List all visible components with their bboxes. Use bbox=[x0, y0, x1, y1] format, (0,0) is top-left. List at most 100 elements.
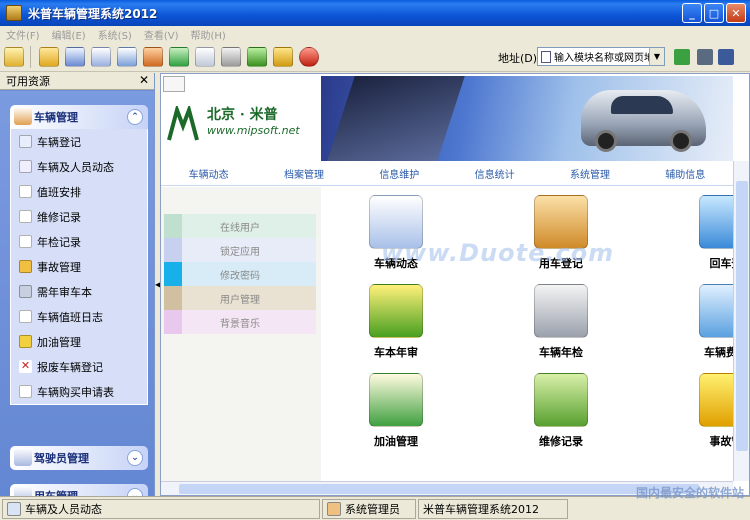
vertical-scrollbar[interactable] bbox=[733, 161, 749, 481]
nav-accident[interactable]: 事故管理 bbox=[11, 254, 147, 279]
address-label: 地址(D) bbox=[498, 52, 538, 65]
user-icon bbox=[327, 501, 341, 516]
toolbar: 地址(D) 输入模块名称或网页地 ▼ bbox=[0, 42, 750, 72]
module-grid: 车辆动态 用车登记 回车登 车本年审 车辆年检 车辆费用 加油管理 维修记录 事… bbox=[321, 187, 749, 495]
nav-purchase[interactable]: 车辆购买申请表 bbox=[11, 379, 147, 404]
mail-icon[interactable] bbox=[193, 45, 217, 69]
car-icon bbox=[19, 260, 32, 273]
menu-view[interactable]: 查看(V) bbox=[138, 27, 185, 42]
grid-icon[interactable] bbox=[63, 45, 87, 69]
group-body: 车辆登记 车辆及人员动态 值班安排 维修记录 年检记录 事故管理 需年审车本 车… bbox=[10, 129, 148, 405]
nav-fuel[interactable]: 加油管理 bbox=[11, 329, 147, 354]
nav-vehicle-dynamics[interactable]: 车辆动态 bbox=[161, 166, 256, 181]
minimize-button[interactable]: _ bbox=[682, 3, 702, 23]
nav-info-maintain[interactable]: 信息维护 bbox=[352, 166, 447, 181]
side-bg-music[interactable]: 背景音乐 bbox=[164, 310, 316, 334]
tile-license-review[interactable]: 车本年审 bbox=[341, 284, 451, 360]
monitor-icon[interactable] bbox=[697, 49, 713, 65]
wrench-icon bbox=[19, 285, 32, 298]
side-lock-app[interactable]: 锁定应用 bbox=[164, 238, 316, 262]
folder-icon[interactable] bbox=[37, 45, 61, 69]
side-label: 锁定应用 bbox=[220, 246, 260, 258]
nav-duty-log[interactable]: 车辆值班日志 bbox=[11, 304, 147, 329]
menu-file[interactable]: 文件(F) bbox=[0, 27, 46, 42]
tile-repair-records[interactable]: 维修记录 bbox=[506, 373, 616, 449]
menu-help[interactable]: 帮助(H) bbox=[185, 27, 232, 42]
nav-icon[interactable] bbox=[2, 45, 26, 69]
home-icon[interactable] bbox=[141, 45, 165, 69]
side-change-password[interactable]: 修改密码 bbox=[164, 262, 316, 286]
doc-search-icon bbox=[19, 160, 32, 173]
panel-title: 可用资源 bbox=[6, 75, 50, 88]
car-image bbox=[581, 90, 706, 152]
chevron-down-icon[interactable]: ▼ bbox=[649, 48, 664, 65]
group-title: 车辆管理 bbox=[34, 111, 78, 124]
nav-archives[interactable]: 档案管理 bbox=[256, 166, 351, 181]
corner-watermark: 国内最安全的软件站 bbox=[635, 486, 744, 500]
nav-vehicle-status[interactable]: 车辆及人员动态 bbox=[11, 154, 147, 179]
group-vehicle-management: 车辆管理 ⌃ 车辆登记 车辆及人员动态 值班安排 维修记录 年检记录 事故管理 … bbox=[10, 105, 148, 405]
close-icon[interactable]: ✕ bbox=[139, 73, 149, 87]
address-input[interactable]: 输入模块名称或网页地 bbox=[554, 49, 654, 64]
menu-system[interactable]: 系统(S) bbox=[92, 27, 138, 42]
site-watermark: www.Duote.com bbox=[381, 239, 615, 267]
chevron-down-icon[interactable]: ⌄ bbox=[127, 488, 143, 496]
nav-label: 加油管理 bbox=[37, 335, 81, 349]
exit-icon[interactable] bbox=[297, 45, 321, 69]
nav-label: 事故管理 bbox=[37, 260, 81, 274]
doc-icon bbox=[19, 385, 32, 398]
group-title: 用车管理 bbox=[34, 488, 78, 496]
address-combobox[interactable]: 输入模块名称或网页地 ▼ bbox=[537, 47, 665, 66]
side-label: 在线用户 bbox=[220, 222, 260, 234]
menu-edit[interactable]: 编辑(E) bbox=[46, 27, 92, 42]
nav-aux-info[interactable]: 辅助信息 bbox=[638, 166, 733, 181]
status-app: 米普车辆管理系统2012 bbox=[418, 498, 568, 519]
doc-icon bbox=[19, 210, 32, 223]
doc-icon bbox=[19, 185, 32, 198]
print-icon[interactable] bbox=[219, 45, 243, 69]
panel-header: 可用资源 ✕ bbox=[0, 73, 154, 90]
tools-icon bbox=[534, 284, 588, 338]
user-icon[interactable] bbox=[245, 45, 269, 69]
title-bar: 米普车辆管理系统2012 _ □ ✕ bbox=[0, 0, 750, 26]
group-header[interactable]: 驾驶员管理 ⌄ bbox=[10, 446, 148, 470]
nav-vehicle-register[interactable]: 车辆登记 bbox=[11, 129, 147, 154]
tile-fuel-management[interactable]: 加油管理 bbox=[341, 373, 451, 449]
page-icon bbox=[541, 50, 551, 63]
side-online-users[interactable]: 在线用户 bbox=[164, 214, 316, 238]
doc-icon bbox=[19, 310, 32, 323]
app-icon bbox=[6, 5, 22, 21]
status-user: 系统管理员 bbox=[322, 498, 416, 519]
nav-inspection[interactable]: 年检记录 bbox=[11, 229, 147, 254]
house-icon bbox=[14, 107, 32, 125]
folder-icon bbox=[14, 486, 32, 496]
nav-info-stats[interactable]: 信息统计 bbox=[447, 166, 542, 181]
nav-repair[interactable]: 维修记录 bbox=[11, 204, 147, 229]
card-icon[interactable] bbox=[115, 45, 139, 69]
scroll-thumb[interactable] bbox=[179, 484, 699, 494]
chevron-up-icon[interactable]: ⌃ bbox=[127, 109, 143, 125]
home-tab[interactable] bbox=[163, 76, 185, 92]
nav-label: 需年审车本 bbox=[37, 285, 92, 299]
nav-system[interactable]: 系统管理 bbox=[542, 166, 637, 181]
close-button[interactable]: ✕ bbox=[726, 3, 746, 23]
top-nav: 车辆动态 档案管理 信息维护 信息统计 系统管理 辅助信息 bbox=[161, 161, 733, 186]
nav-duty[interactable]: 值班安排 bbox=[11, 179, 147, 204]
side-label: 背景音乐 bbox=[220, 318, 260, 330]
chevron-down-icon[interactable]: ⌄ bbox=[127, 450, 143, 466]
group-header[interactable]: 车辆管理 ⌃ bbox=[10, 105, 148, 129]
side-user-management[interactable]: 用户管理 bbox=[164, 286, 316, 310]
org-icon[interactable] bbox=[89, 45, 113, 69]
go-icon[interactable] bbox=[674, 49, 690, 65]
maximize-button[interactable]: □ bbox=[704, 3, 724, 23]
refresh-icon[interactable] bbox=[167, 45, 191, 69]
tile-annual-inspection[interactable]: 车辆年检 bbox=[506, 284, 616, 360]
key-icon[interactable] bbox=[271, 45, 295, 69]
settings-icon[interactable] bbox=[718, 49, 734, 65]
group-header[interactable]: 用车管理 ⌄ bbox=[10, 484, 148, 496]
scroll-thumb[interactable] bbox=[736, 181, 748, 451]
tile-label: 维修记录 bbox=[539, 435, 583, 448]
nav-scrap[interactable]: ✕ 报废车辆登记 bbox=[11, 354, 147, 379]
nav-annual-review[interactable]: 需年审车本 bbox=[11, 279, 147, 304]
x-icon: ✕ bbox=[19, 359, 32, 373]
